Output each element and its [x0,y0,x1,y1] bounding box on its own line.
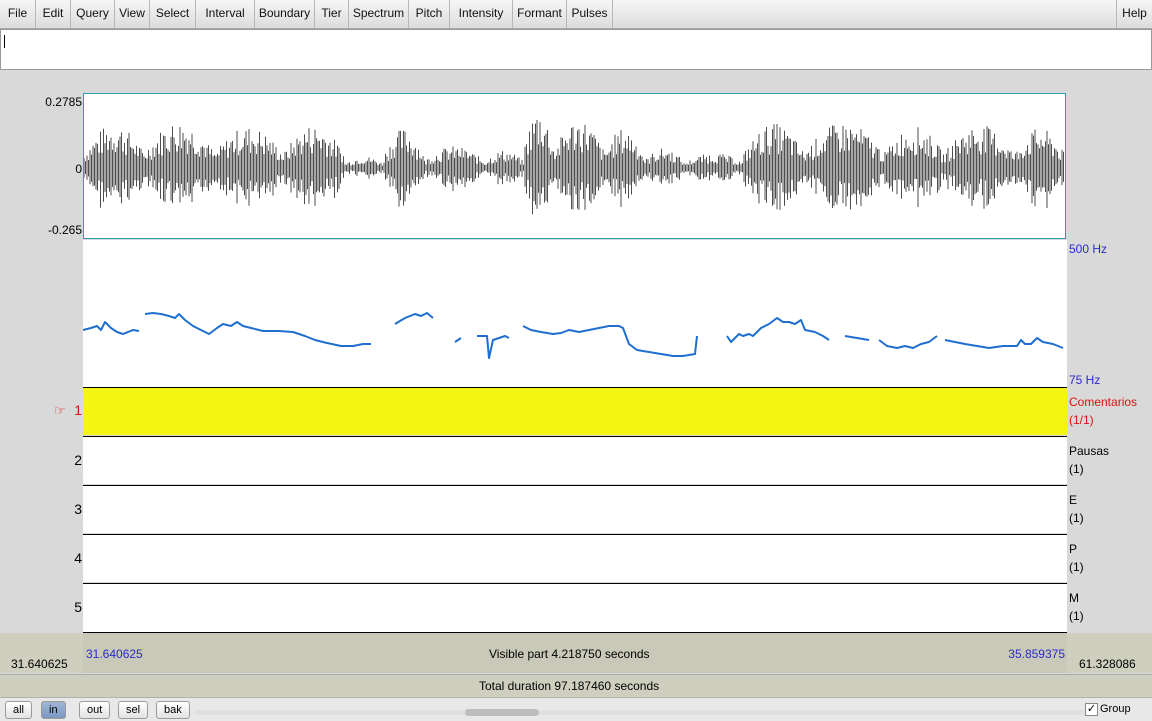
tier-name-1: Comentarios (1/1) [1069,393,1137,429]
zoom-all-button[interactable]: all [5,701,33,719]
tier-comentarios[interactable] [83,387,1067,435]
pitch-segment [454,337,462,343]
waveform-trace [84,119,1064,215]
text-caret [4,35,5,48]
zoom-out-button[interactable]: out [79,701,111,719]
menu-interval[interactable]: Interval [196,0,255,28]
group-checkbox[interactable]: ✓ [1085,703,1098,716]
pitch-segment [144,312,371,347]
tier-name-5: M (1) [1069,589,1084,625]
total-duration-bar[interactable]: Total duration 97.187460 seconds [0,674,1152,697]
menu-query[interactable]: Query [71,0,115,28]
tier-name: E [1069,493,1078,507]
tier-number-2: 2 [74,452,82,468]
tier-number-4: 4 [74,550,82,566]
visible-start-time: 31.640625 [86,647,143,661]
scrollbar-thumb[interactable] [465,709,539,716]
tier-p[interactable] [83,534,1067,582]
menu-spectrum[interactable]: Spectrum [349,0,409,28]
tier-count: (1) [1069,609,1084,623]
tier-count: (1) [1069,462,1084,476]
tier-m[interactable] [83,583,1067,633]
interval-text-field[interactable] [0,29,1152,70]
tier-name: P [1069,542,1078,556]
tier-number-3: 3 [74,501,82,517]
menu-help[interactable]: Help [1116,0,1152,28]
pitch-segment [522,325,698,357]
pitch-top-label: 500 Hz [1069,242,1108,256]
menu-pitch[interactable]: Pitch [409,0,450,28]
pitch-segment [394,312,434,325]
zoom-back-button[interactable]: bak [156,701,190,719]
tier-name-2: Pausas (1) [1069,442,1109,478]
tier-name: M [1069,591,1079,605]
waveform-ymax-label: 0.2785 [45,95,82,109]
left-outer-time[interactable]: 31.640625 [11,657,68,671]
menu-bar: File Edit Query View Select Interval Bou… [0,0,1152,29]
menu-boundary[interactable]: Boundary [255,0,315,28]
zoom-sel-button[interactable]: sel [118,701,149,719]
tier-name: Pausas [1069,444,1110,458]
menu-formant[interactable]: Formant [513,0,567,28]
menu-edit[interactable]: Edit [36,0,71,28]
tier-number-1: 1 [74,402,82,418]
tier-name: Comentarios [1069,395,1138,409]
pitch-segment [944,337,1064,349]
menu-view[interactable]: View [115,0,150,28]
pitch-contour-plot [83,312,1064,359]
group-label: Group [1100,703,1131,715]
tier-number-5: 5 [74,599,82,615]
tier-count: (1/1) [1069,413,1094,427]
zoom-in-button[interactable]: in [41,701,66,719]
waveform-panel[interactable] [83,93,1066,239]
pitch-segment [83,321,140,335]
pitch-segment [844,335,870,341]
tier-name-3: E (1) [1069,491,1084,527]
menu-file[interactable]: File [0,0,36,28]
bottom-toolbar: all in out sel bak ✓ Group [0,697,1152,721]
visible-part-label: Visible part 4.218750 seconds [489,647,650,661]
tier-count: (1) [1069,511,1084,525]
horizontal-scrollbar[interactable] [195,709,1085,716]
pitch-segment [726,317,830,343]
waveform-plot [84,119,1064,215]
pitch-segment [477,335,510,359]
tier-pausas[interactable] [83,436,1067,484]
tier-count: (1) [1069,560,1084,574]
menu-tier[interactable]: Tier [315,0,349,28]
pitch-bottom-label: 75 Hz [1069,373,1101,387]
time-bar: 31.640625 Visible part 4.218750 seconds … [0,633,1152,673]
waveform-yzero-label: 0 [75,162,82,176]
right-outer-time[interactable]: 61.328086 [1079,657,1136,671]
pitch-segment [878,335,938,349]
tier-e[interactable] [83,485,1067,533]
pitch-panel[interactable] [83,240,1067,387]
waveform-ymin-label: -0.265 [47,223,82,237]
menu-pulses[interactable]: Pulses [567,0,613,28]
visible-end-time: 35.859375 [1008,647,1065,661]
menu-intensity[interactable]: Intensity [450,0,513,28]
tier-name-4: P (1) [1069,540,1084,576]
total-duration-label: Total duration 97.187460 seconds [479,679,660,693]
menu-select[interactable]: Select [150,0,196,28]
